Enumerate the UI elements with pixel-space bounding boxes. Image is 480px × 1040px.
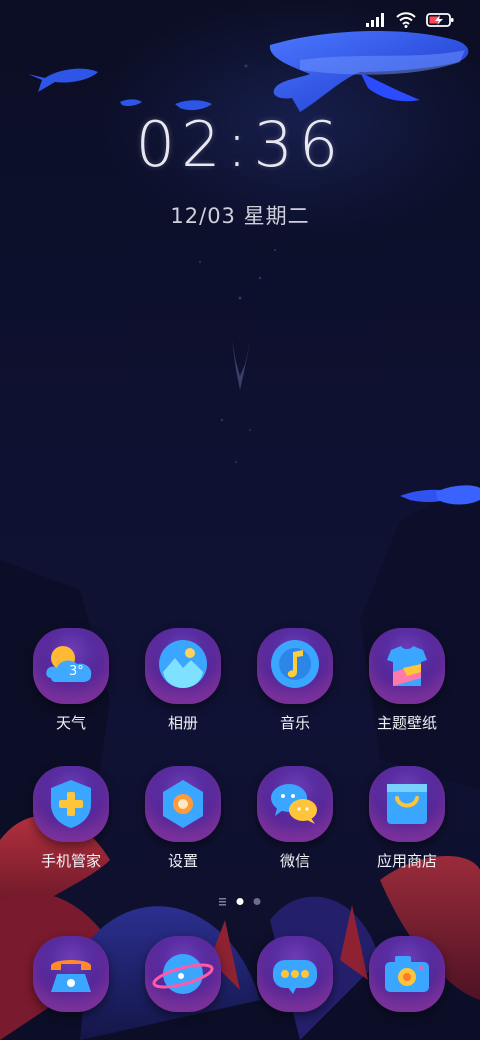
lockscreen-date: 12/03 星期二 [170, 204, 310, 228]
dock-messages[interactable] [240, 936, 350, 1012]
app-gallery[interactable]: 相册 [128, 628, 238, 733]
app-phone-manager[interactable]: 手机管家 [16, 766, 126, 871]
diver-figure [232, 340, 250, 390]
app-label-gallery: 相册 [167, 714, 198, 732]
camera-icon[interactable] [369, 936, 445, 1012]
lockscreen-time: 02:36 [135, 108, 345, 181]
app-label-store: 应用商店 [376, 852, 437, 870]
browser-planet-icon[interactable] [145, 936, 221, 1012]
app-weather[interactable]: 3° 天气 [16, 628, 126, 733]
security-shield-icon[interactable] [33, 766, 109, 842]
weather-icon[interactable]: 3° [33, 628, 109, 704]
dock-camera[interactable] [352, 936, 462, 1012]
app-wechat[interactable]: 微信 [240, 766, 350, 871]
gallery-icon[interactable] [145, 628, 221, 704]
app-label-phone-manager: 手机管家 [40, 852, 101, 870]
weather-temp: 3° [69, 664, 84, 679]
battery-charging-icon [426, 13, 454, 27]
app-label-music: 音乐 [279, 714, 310, 732]
app-label-settings: 设置 [167, 852, 198, 870]
page-dot-active [236, 898, 244, 905]
dock-browser[interactable] [128, 936, 238, 1012]
app-label-theme: 主题壁纸 [376, 714, 437, 732]
messages-icon[interactable] [257, 936, 333, 1012]
page-indicator-list-icon [219, 898, 226, 906]
status-bar [0, 0, 480, 40]
wifi-icon [396, 12, 416, 28]
music-icon[interactable] [257, 628, 333, 704]
app-music[interactable]: 音乐 [240, 628, 350, 733]
app-store[interactable]: 应用商店 [352, 766, 462, 871]
page-indicator[interactable] [0, 896, 480, 908]
settings-icon[interactable] [145, 766, 221, 842]
app-label-wechat: 微信 [279, 852, 310, 870]
wechat-icon[interactable] [257, 766, 333, 842]
app-theme[interactable]: 主题壁纸 [352, 628, 462, 733]
page-dot [253, 898, 261, 905]
app-settings[interactable]: 设置 [128, 766, 238, 871]
signal-bars-icon [366, 13, 384, 27]
app-label-weather: 天气 [55, 714, 86, 732]
dock-phone[interactable] [16, 936, 126, 1012]
app-store-icon[interactable] [369, 766, 445, 842]
phone-icon[interactable] [33, 936, 109, 1012]
theme-icon[interactable] [369, 628, 445, 704]
